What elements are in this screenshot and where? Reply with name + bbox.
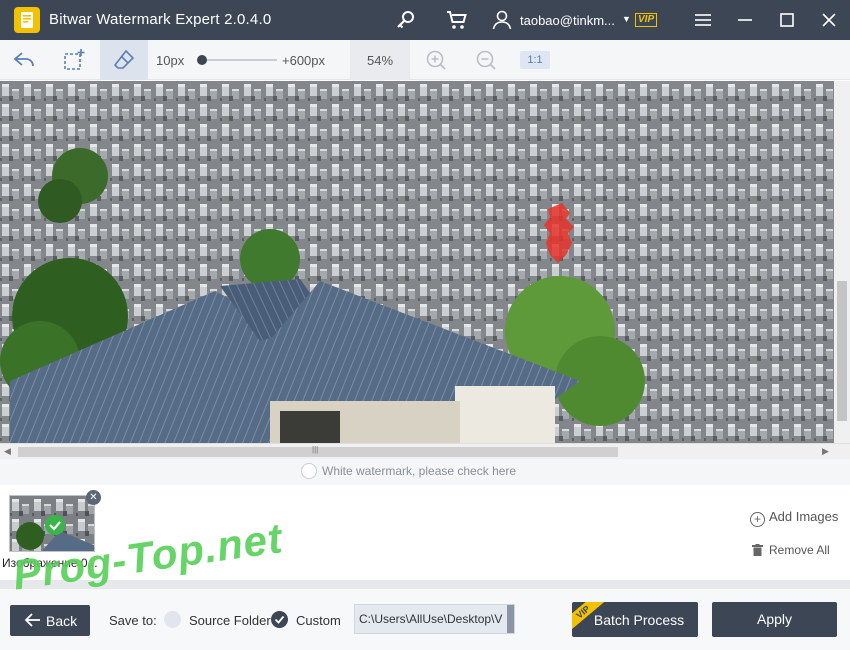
check-icon — [274, 615, 285, 624]
back-button[interactable]: Back — [10, 605, 90, 636]
thumbnail-filename: Изображение 0... — [2, 556, 98, 570]
remove-thumbnail-icon[interactable]: ✕ — [86, 490, 101, 505]
path-field-scroll — [507, 605, 514, 633]
output-path-field[interactable]: C:\Users\AllUse\Desktop\V — [354, 604, 515, 634]
white-watermark-radio[interactable] — [301, 463, 317, 479]
vip-badge: VIP — [635, 13, 658, 27]
chevron-down-icon[interactable]: ▼ — [622, 14, 631, 24]
maximize-icon[interactable] — [775, 8, 799, 32]
source-folder-radio[interactable] — [164, 611, 181, 628]
batch-process-button[interactable]: VIP Batch Process — [572, 602, 698, 637]
rectangle-select-button[interactable] — [50, 40, 98, 80]
back-label: Back — [46, 613, 78, 629]
actual-size-button[interactable]: 1:1 — [520, 51, 550, 69]
minimize-icon[interactable] — [733, 8, 757, 32]
white-watermark-row: White watermark, please check here — [0, 459, 850, 485]
save-to-label: Save to: — [109, 613, 157, 628]
zoom-in-icon[interactable] — [424, 48, 448, 72]
apply-button[interactable]: Apply — [712, 602, 837, 637]
bottom-action-bar: Back Save to: Source Folder Custom C:\Us… — [0, 589, 850, 650]
user-account-name[interactable]: taobao@tinkm... — [520, 13, 615, 28]
scroll-right-icon[interactable]: ▶ — [822, 446, 829, 457]
close-icon[interactable] — [817, 8, 841, 32]
cart-icon[interactable] — [445, 8, 469, 32]
photo-preview — [0, 81, 834, 443]
remove-all-label: Remove All — [769, 543, 830, 557]
white-watermark-label[interactable]: White watermark, please check here — [322, 464, 516, 478]
thumbnail-strip: ✕ Изображение 0... + Add Images Remove Al… — [0, 485, 850, 580]
canvas-horizontal-scrollbar[interactable]: ◀ ||| ▶ — [0, 443, 850, 459]
image-canvas[interactable] — [0, 81, 834, 443]
add-images-button[interactable]: + Add Images — [750, 509, 838, 527]
remove-all-button[interactable]: Remove All — [752, 543, 830, 557]
selected-check-icon — [45, 515, 65, 535]
scroll-left-icon[interactable]: ◀ — [4, 446, 11, 457]
section-divider — [0, 580, 850, 589]
add-images-label: Add Images — [769, 509, 839, 524]
image-thumbnail[interactable] — [9, 495, 95, 552]
canvas-vertical-scrollbar[interactable] — [834, 81, 850, 443]
zoom-out-icon[interactable] — [474, 48, 498, 72]
output-path-value: C:\Users\AllUse\Desktop\V — [359, 612, 503, 626]
zoom-level: 54% — [366, 53, 394, 68]
undo-icon — [13, 52, 34, 67]
add-circle-icon: + — [750, 512, 765, 527]
back-arrow-icon — [24, 613, 40, 627]
vertical-scroll-thumb[interactable] — [837, 281, 847, 421]
custom-radio[interactable] — [271, 611, 288, 628]
key-icon[interactable] — [394, 8, 418, 32]
user-icon[interactable] — [490, 8, 514, 32]
title-bar: Bitwar Watermark Expert 2.0.4.0 taobao@t… — [0, 0, 850, 40]
menu-icon[interactable] — [691, 8, 715, 32]
zoom-level-box: 54% — [350, 40, 410, 80]
custom-label[interactable]: Custom — [296, 613, 341, 628]
eraser-icon — [113, 49, 135, 69]
undo-button[interactable] — [0, 40, 48, 80]
rectangle-select-icon — [64, 49, 85, 70]
app-logo-icon — [14, 7, 40, 33]
brush-size-min: 10px — [156, 53, 185, 68]
source-folder-label[interactable]: Source Folder — [189, 613, 271, 628]
scroll-grip-icon: ||| — [312, 445, 319, 454]
editing-toolbar: 10px +600px 54% 1:1 — [0, 40, 850, 80]
brush-size-max: +600px — [282, 53, 326, 68]
app-title: Bitwar Watermark Expert 2.0.4.0 — [49, 11, 272, 28]
batch-process-label: Batch Process — [593, 612, 685, 628]
eraser-tool-button[interactable] — [100, 40, 148, 80]
trash-icon — [752, 544, 763, 556]
brush-size-slider[interactable] — [200, 59, 277, 61]
